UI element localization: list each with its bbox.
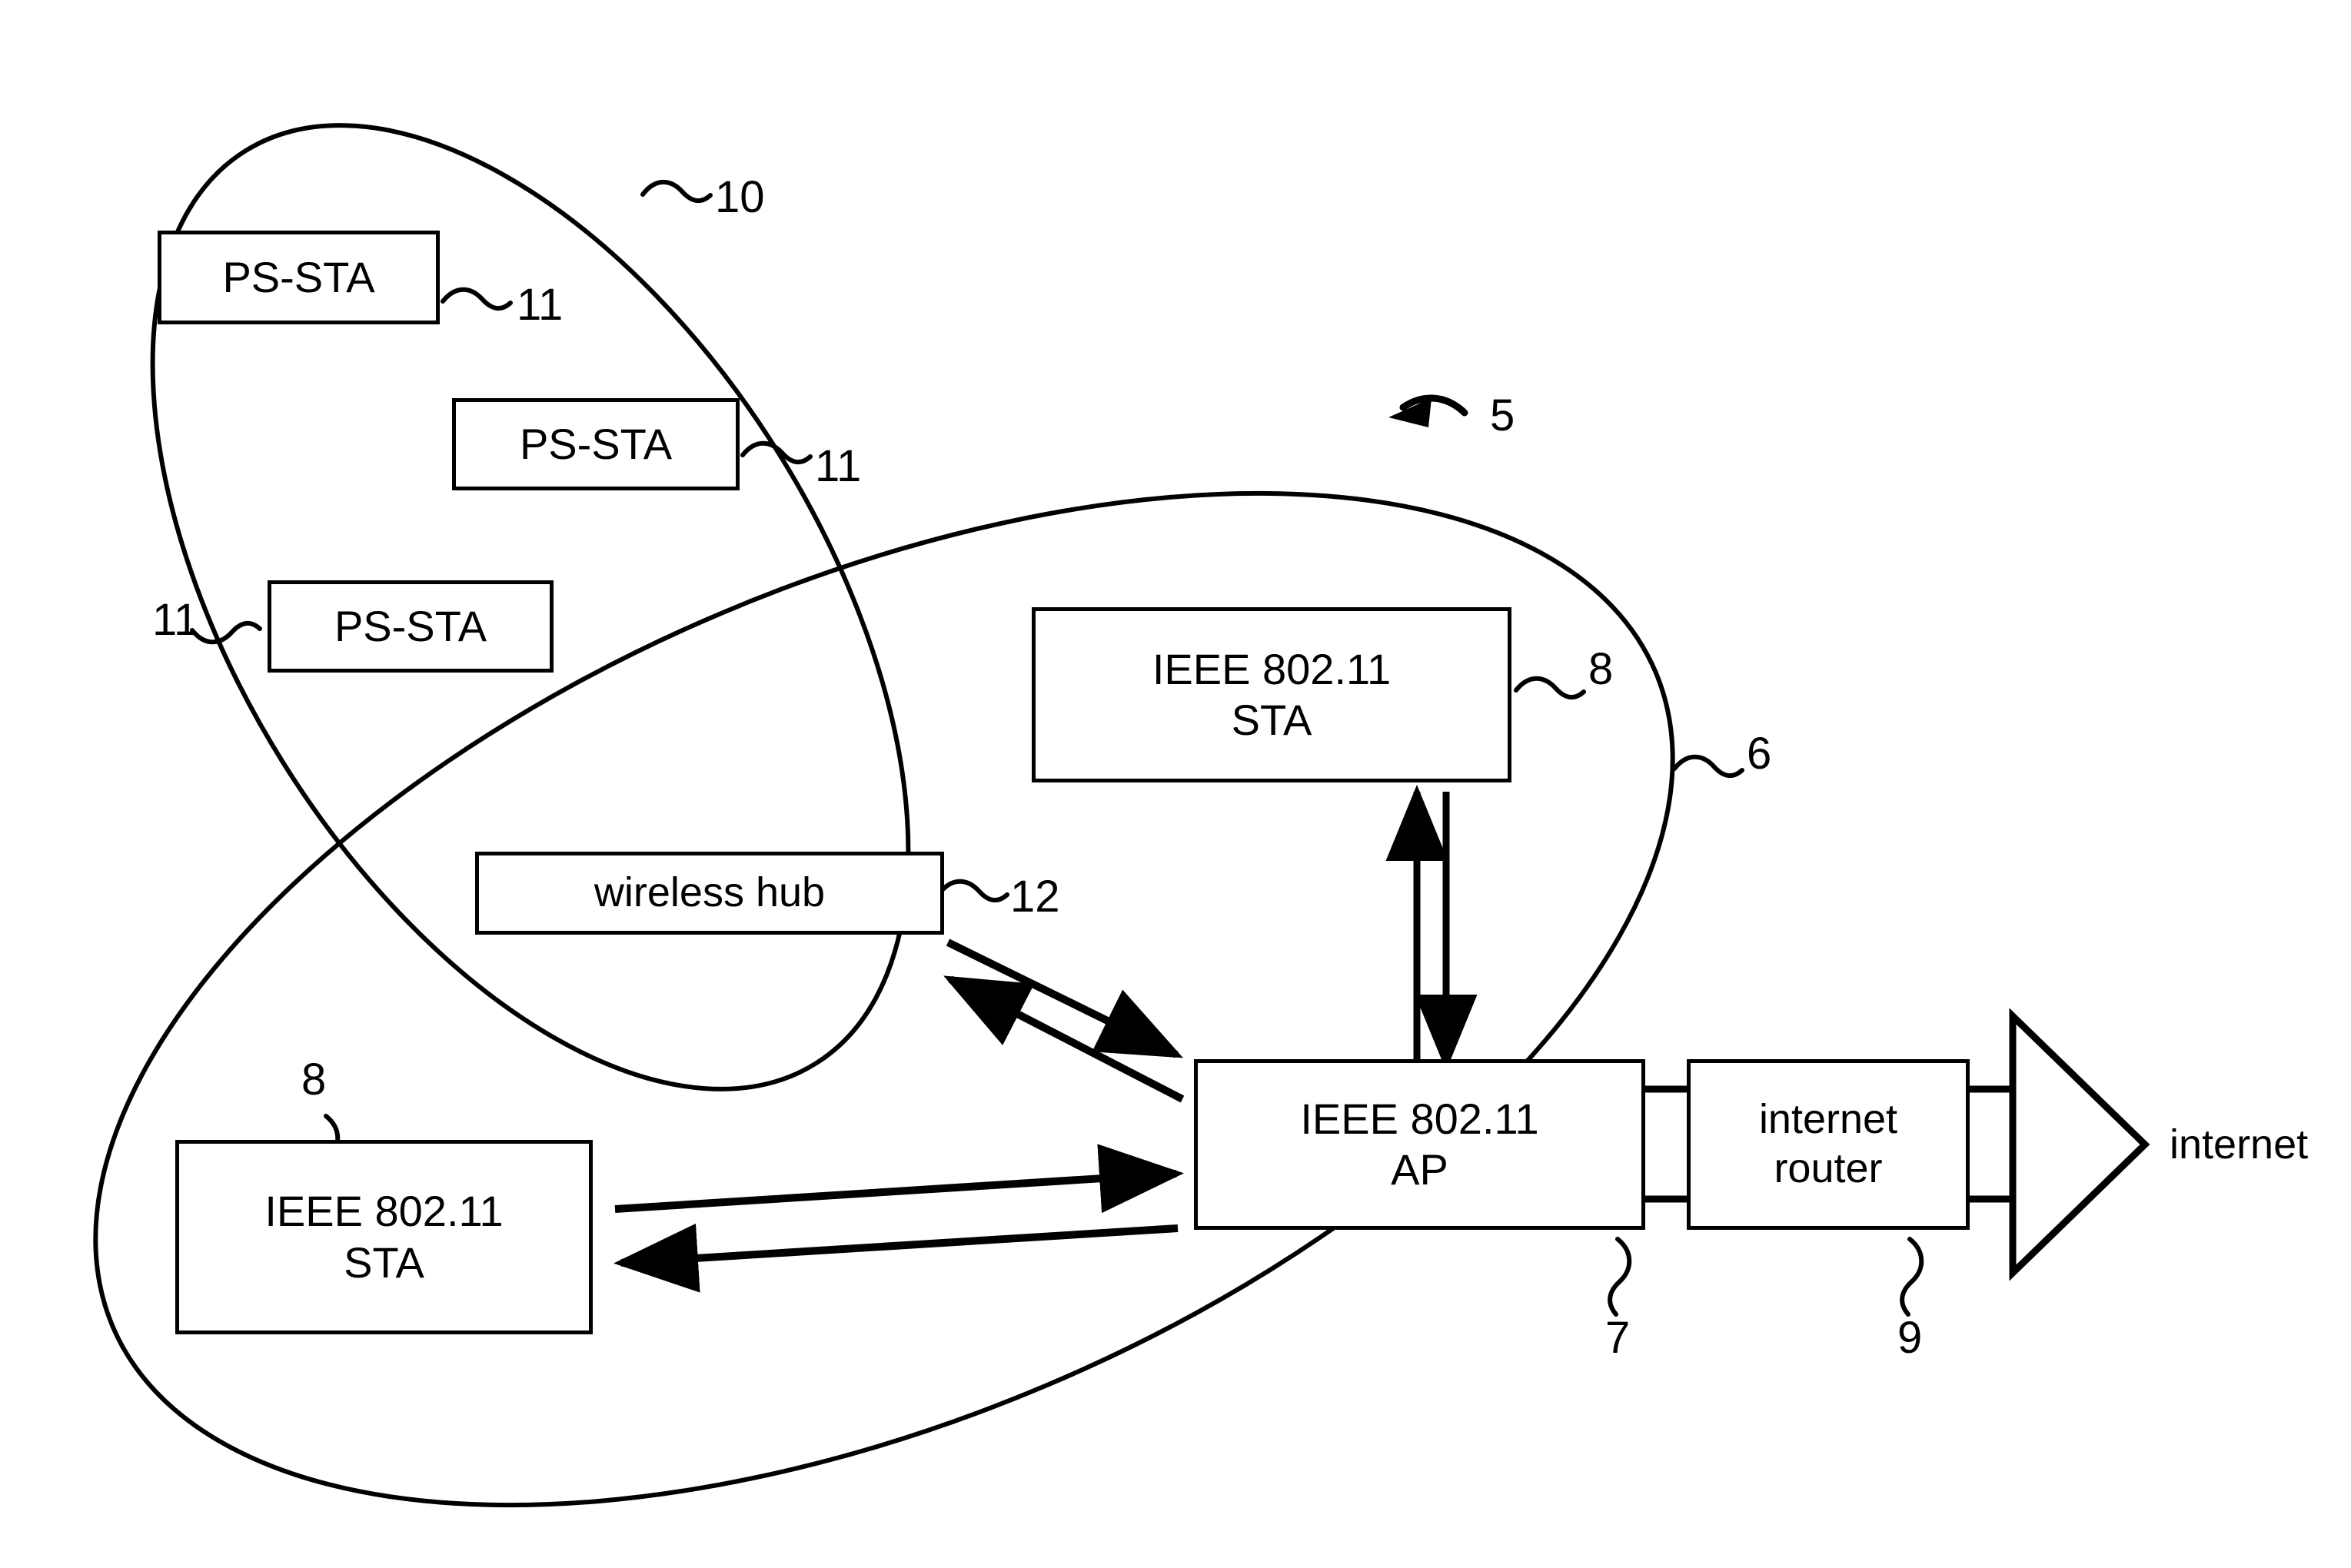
leader-line-12 [937, 879, 1009, 902]
ref-label-6: 6 [1747, 729, 1772, 779]
ref-label-9: 9 [1897, 1313, 1923, 1363]
ref-label-11-b: 11 [815, 441, 862, 491]
leader-line-8-top [1514, 676, 1586, 699]
node-ieee-sta-bottom[interactable]: IEEE 802.11 STA [175, 1140, 593, 1334]
node-ps-sta-1-label: PS-STA [222, 252, 375, 301]
leader-line-10 [640, 179, 713, 203]
node-ieee-sta-top-line1: IEEE 802.11 [1152, 644, 1392, 693]
leader-line-11-a [441, 287, 513, 311]
node-ps-sta-3[interactable]: PS-STA [268, 580, 554, 673]
ref-label-8-top: 8 [1588, 644, 1614, 694]
node-ps-sta-2[interactable]: PS-STA [452, 398, 740, 490]
arrow-ap-to-bottom-sta [614, 1223, 1179, 1293]
node-ieee-ap[interactable]: IEEE 802.11 AP [1194, 1059, 1645, 1230]
ref-label-8-bottom: 8 [301, 1055, 327, 1105]
node-ps-sta-1[interactable]: PS-STA [158, 231, 440, 324]
node-wireless-hub-label: wireless hub [594, 869, 826, 916]
patent-figure: PS-STA PS-STA PS-STA wireless hub IEEE 8… [0, 0, 2351, 1568]
arrow-bottom-sta-to-ap [614, 1144, 1184, 1214]
leader-line-11-c [190, 621, 262, 645]
node-internet-router-line1: internet [1758, 1096, 1898, 1143]
ref-label-5: 5 [1490, 390, 1515, 440]
node-ps-sta-2-label: PS-STA [519, 419, 673, 468]
ref-label-10: 10 [715, 172, 765, 222]
node-ieee-sta-top[interactable]: IEEE 802.11 STA [1032, 607, 1511, 782]
ref-label-11-c: 11 [152, 595, 199, 645]
ref-label-7: 7 [1605, 1313, 1631, 1363]
node-internet-router[interactable]: internet router [1687, 1059, 1970, 1230]
node-internet-router-line2: router [1774, 1145, 1883, 1191]
leader-line-7 [1608, 1237, 1632, 1317]
internet-arrow-shape [2009, 1008, 2150, 1281]
leader-line-9 [1900, 1237, 1924, 1317]
node-ieee-ap-line2: AP [1391, 1145, 1448, 1194]
node-ieee-ap-line1: IEEE 802.11 [1300, 1094, 1539, 1143]
node-ieee-sta-top-line2: STA [1231, 696, 1312, 744]
node-wireless-hub[interactable]: wireless hub [475, 852, 944, 935]
node-ps-sta-3-label: PS-STA [334, 601, 487, 650]
leader-line-6 [1672, 754, 1744, 778]
label-internet: internet [2170, 1121, 2309, 1168]
ref-label-11-a: 11 [517, 280, 564, 330]
ref-label-12: 12 [1010, 872, 1060, 922]
node-ieee-sta-bottom-line2: STA [344, 1237, 424, 1287]
node-ieee-sta-bottom-line1: IEEE 802.11 [264, 1187, 504, 1236]
